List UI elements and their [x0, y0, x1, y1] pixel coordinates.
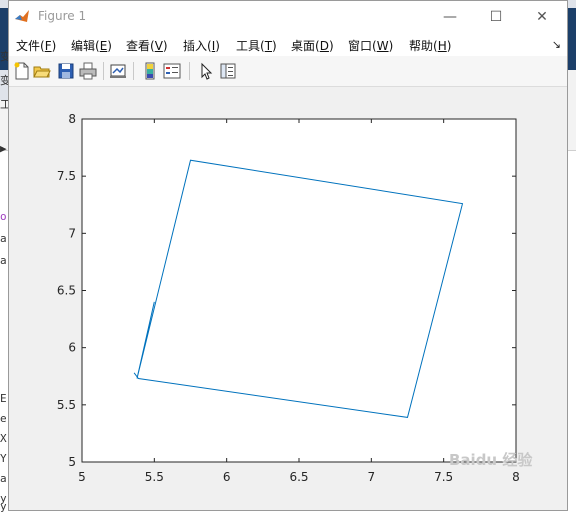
- open-file-icon[interactable]: [33, 62, 51, 80]
- x-tick-label: 6.5: [289, 470, 308, 484]
- window-title: Figure 1: [38, 9, 87, 23]
- menu-window[interactable]: 窗口(W): [348, 37, 393, 54]
- background-code-char: a: [0, 472, 7, 485]
- title-bar[interactable]: Figure 1 — ☐ ✕: [9, 1, 567, 32]
- maximize-button[interactable]: ☐: [473, 1, 519, 32]
- x-tick-label: 6: [223, 470, 231, 484]
- matlab-logo-icon: [14, 8, 30, 24]
- menu-edit[interactable]: 编辑(E): [71, 37, 112, 54]
- maximize-icon: ☐: [489, 8, 503, 25]
- watermark: Baidu 经验: [449, 451, 533, 469]
- background-code-char: y: [0, 500, 7, 513]
- menu-file[interactable]: 文件(F): [16, 37, 56, 54]
- menu-desktop[interactable]: 桌面(D): [291, 37, 334, 54]
- print-icon[interactable]: [79, 62, 97, 80]
- menu-help[interactable]: 帮助(H): [409, 37, 451, 54]
- pointer-icon[interactable]: [197, 62, 215, 80]
- background-code-char: o: [0, 210, 7, 223]
- save-icon[interactable]: [57, 62, 75, 80]
- new-figure-icon[interactable]: [13, 62, 31, 80]
- y-tick-label: 6: [68, 341, 76, 355]
- background-code-char: E: [0, 392, 7, 405]
- menu-insert[interactable]: 插入(I): [183, 37, 220, 54]
- close-button[interactable]: ✕: [519, 1, 565, 32]
- menu-tools[interactable]: 工具(T): [236, 37, 277, 54]
- background-code-char: 变: [0, 50, 8, 63]
- property-editor-icon[interactable]: [219, 62, 237, 80]
- toolbar-separator: [133, 62, 134, 80]
- x-tick-label: 7: [368, 470, 376, 484]
- figure-toolbar: [9, 56, 567, 87]
- minimize-button[interactable]: —: [427, 1, 473, 32]
- toolbar-separator: [189, 62, 190, 80]
- x-tick-label: 5.5: [145, 470, 164, 484]
- background-code-char: X: [0, 432, 7, 445]
- background-code-char: 工: [0, 98, 8, 111]
- y-tick-label: 7.5: [57, 169, 76, 183]
- link-plot-icon[interactable]: [109, 62, 127, 80]
- background-code-char: a: [0, 232, 7, 245]
- toolbar-separator: [103, 62, 104, 80]
- y-tick-label: 7: [68, 226, 76, 240]
- y-tick-label: 6.5: [57, 284, 76, 298]
- x-tick-label: 5: [78, 470, 86, 484]
- y-tick-label: 5.5: [57, 398, 76, 412]
- colorbar-icon[interactable]: [141, 62, 159, 80]
- editor-background-edge: [568, 70, 576, 100]
- y-tick-label: 8: [68, 112, 76, 126]
- x-tick-label: 8: [512, 470, 520, 484]
- minimize-icon: —: [443, 8, 457, 25]
- close-icon: ✕: [536, 8, 548, 25]
- background-code-char: e: [0, 412, 7, 425]
- figure-window: Figure 1 — ☐ ✕ 文件(F) 编辑(E) 查看(V) 插入(I) 工…: [8, 0, 568, 511]
- menu-view[interactable]: 查看(V): [126, 37, 168, 54]
- background-code-char: a: [0, 254, 7, 267]
- menu-bar: 文件(F) 编辑(E) 查看(V) 插入(I) 工具(T) 桌面(D) 窗口(W…: [9, 32, 567, 56]
- legend-icon[interactable]: [163, 62, 181, 80]
- axes-box: [81, 118, 517, 463]
- x-tick-label: 7.5: [434, 470, 453, 484]
- background-code-char: ▶: [0, 142, 7, 155]
- background-code-char: 变: [0, 74, 8, 87]
- plot-canvas[interactable]: 5 5.5 6 6.5 7 7.5 8 5 5.5 6 6.5 7 7.5 8: [9, 87, 567, 511]
- dock-arrow-icon[interactable]: ↘: [552, 38, 561, 51]
- background-code-char: Y: [0, 452, 7, 465]
- y-tick-label: 5: [68, 455, 76, 469]
